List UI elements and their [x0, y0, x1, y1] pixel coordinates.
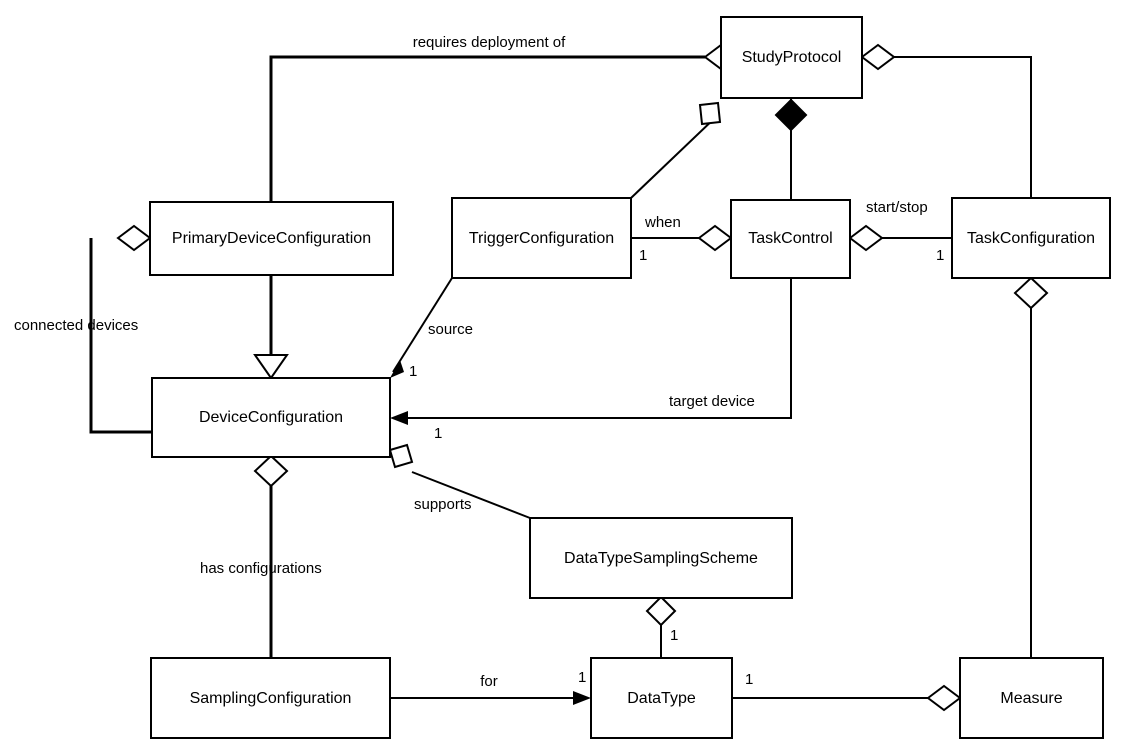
open-diamond-study-protocol-task-configuration: [860, 43, 896, 71]
edge-label-source: source: [428, 321, 473, 338]
class-measure[interactable]: Measure: [959, 657, 1104, 739]
class-name-task-control: TaskControl: [748, 230, 832, 247]
edge-label-requires-deployment-of: requires deployment of: [413, 34, 566, 51]
edge-label-when: when: [644, 214, 681, 231]
edge-label-target-device: target device: [669, 393, 755, 410]
class-name-study-protocol: StudyProtocol: [742, 49, 842, 66]
multiplicity-measure-data-type: 1: [745, 671, 753, 688]
open-diamond-scheme-data-type: [645, 595, 677, 627]
edge-study-protocol-task-configuration: [878, 56, 1032, 198]
edge-label-has-configurations: has configurations: [200, 560, 322, 577]
class-sampling-configuration[interactable]: SamplingConfiguration: [150, 657, 391, 739]
edge-line: [630, 114, 719, 199]
class-trigger-configuration[interactable]: TriggerConfiguration: [451, 197, 632, 279]
multiplicity-scheme-data-type: 1: [670, 627, 678, 644]
edge-line: [878, 56, 1032, 198]
for-arrowhead: [573, 691, 591, 705]
diagram-canvas: StudyProtocol PrimaryDeviceConfiguration…: [14, 16, 1111, 739]
open-diamond-start-stop: [848, 224, 884, 252]
generalization-triangle: [253, 354, 289, 380]
class-data-type[interactable]: DataType: [590, 657, 733, 739]
class-name-trigger-configuration: TriggerConfiguration: [469, 230, 614, 247]
open-diamond-study-protocol-trigger: [698, 101, 722, 126]
open-diamond-connected-devices: [116, 224, 152, 252]
class-name-task-configuration: TaskConfiguration: [967, 230, 1095, 247]
target-device-arrowhead: [390, 411, 408, 425]
multiplicity-source-device: 1: [409, 363, 417, 380]
source-arrowhead: [390, 360, 404, 378]
multiplicity-target-device-device: 1: [434, 425, 442, 442]
edge-generalization-primary-device: [253, 275, 289, 380]
multiplicity-for-data-type: 1: [578, 669, 586, 686]
edge-label-connected-devices: connected devices: [14, 317, 138, 334]
open-diamond-when: [697, 224, 733, 252]
class-study-protocol[interactable]: StudyProtocol: [720, 16, 863, 99]
edge-study-protocol-trigger: [630, 114, 719, 199]
class-task-configuration[interactable]: TaskConfiguration: [951, 197, 1111, 279]
open-diamond-has-configurations: [253, 454, 289, 488]
class-name-data-type-sampling-scheme: DataTypeSamplingScheme: [564, 550, 758, 567]
edge-line: [89, 238, 152, 434]
open-diamond-task-configuration-measure: [1013, 276, 1049, 310]
edge-label-start-stop: start/stop: [866, 199, 928, 216]
multiplicity-when-trigger: 1: [639, 247, 647, 264]
class-name-primary-device-configuration: PrimaryDeviceConfiguration: [172, 230, 371, 247]
multiplicity-start-stop-task-configuration: 1: [936, 247, 944, 264]
class-name-device-configuration: DeviceConfiguration: [199, 409, 343, 426]
open-diamond-supports: [388, 443, 414, 469]
edge-connected-devices: [89, 238, 152, 434]
class-primary-device-configuration[interactable]: PrimaryDeviceConfiguration: [149, 201, 394, 276]
class-name-sampling-configuration: SamplingConfiguration: [190, 690, 352, 707]
edge-label-supports: supports: [414, 496, 472, 513]
uml-class-diagram: StudyProtocol PrimaryDeviceConfiguration…: [0, 0, 1127, 755]
filled-diamond-study-protocol-task-control: [774, 98, 808, 132]
class-data-type-sampling-scheme[interactable]: DataTypeSamplingScheme: [529, 517, 793, 599]
open-diamond-measure-data-type: [926, 684, 962, 712]
class-task-control[interactable]: TaskControl: [730, 199, 851, 279]
class-device-configuration[interactable]: DeviceConfiguration: [151, 377, 391, 458]
class-name-measure: Measure: [1000, 690, 1062, 707]
edge-for: [390, 691, 591, 705]
edge-label-for: for: [480, 673, 498, 690]
class-name-data-type: DataType: [627, 690, 696, 707]
